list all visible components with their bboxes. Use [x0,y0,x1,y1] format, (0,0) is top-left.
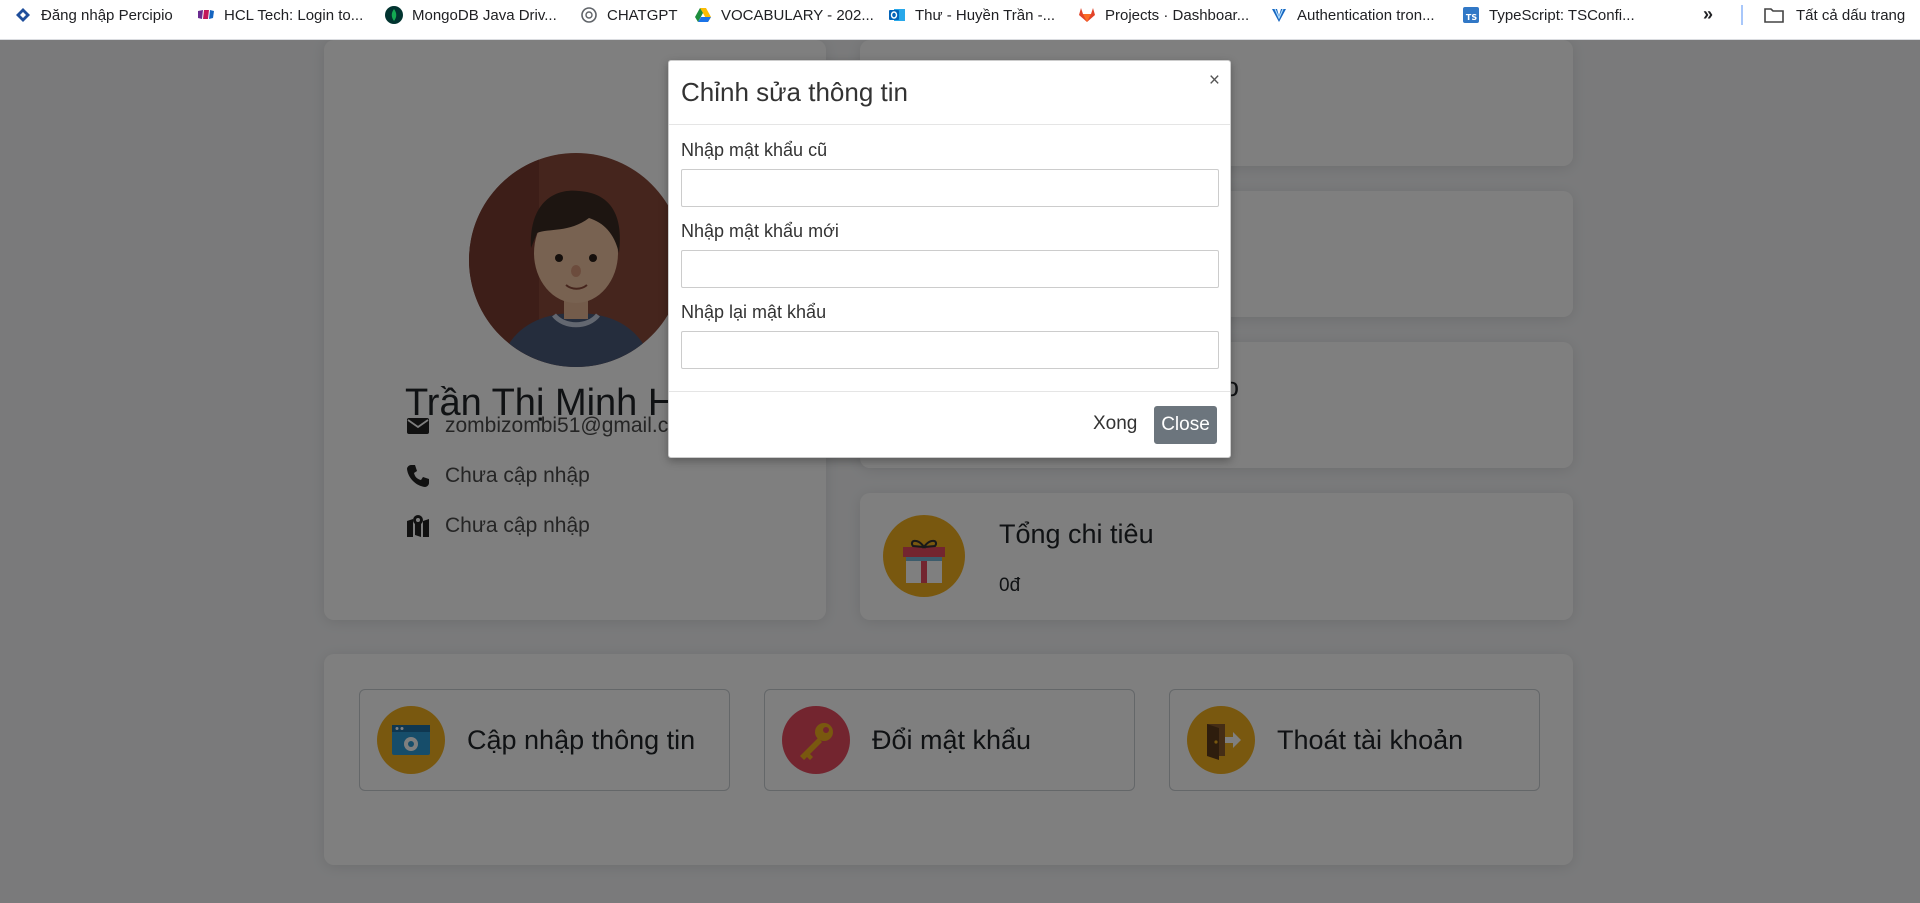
bookmarks-separator [1741,5,1743,25]
bookmark-mongodb[interactable]: MongoDB Java Driv... [385,0,557,30]
old-password-label: Nhập mật khẩu cũ [681,140,828,160]
old-password-input[interactable] [681,169,1219,207]
gitlab-icon [1079,8,1095,22]
mongodb-leaf-icon [385,6,403,24]
bookmark-chatgpt[interactable]: CHATGPT [580,0,678,30]
close-icon[interactable]: × [1209,71,1220,90]
folder-icon [1764,8,1784,23]
bookmark-label: Đăng nhập Percipio [41,6,173,24]
vuetify-icon [1272,8,1286,22]
bookmark-vocabulary[interactable]: VOCABULARY - 202... [694,0,874,30]
bookmark-hcl[interactable]: HCL Tech: Login to... [197,0,363,30]
close-button[interactable]: Close [1154,406,1217,444]
typescript-icon: TS [1463,7,1479,23]
bookmark-label: VOCABULARY - 202... [721,6,874,24]
confirm-password-input[interactable] [681,331,1219,369]
percipio-icon [16,8,30,22]
new-password-label: Nhập mật khẩu mới [681,221,839,241]
hcl-icon [198,10,214,19]
modal-header: Chỉnh sửa thông tin × [669,61,1230,125]
bookmark-percipio[interactable]: Đăng nhập Percipio [14,0,173,30]
edit-info-modal: Chỉnh sửa thông tin × Nhập mật khẩu cũ N… [668,60,1231,458]
outlook-icon [889,9,905,21]
bookmark-label: HCL Tech: Login to... [224,6,364,24]
bookmarks-overflow-button[interactable]: » [1703,4,1713,25]
bookmark-label: MongoDB Java Driv... [412,6,557,24]
bookmark-outlook[interactable]: Thư - Huyền Trần -... [888,0,1055,30]
modal-title: Chỉnh sửa thông tin [681,77,908,107]
google-drive-icon [695,8,711,22]
new-password-input[interactable] [681,250,1219,288]
done-button[interactable]: Xong [1093,413,1137,435]
bookmark-typescript[interactable]: TS TypeScript: TSConfi... [1462,0,1635,30]
bookmarks-bar: Đăng nhập Percipio HCL Tech: Login to...… [0,0,1920,40]
all-bookmarks-label: Tất cả dấu trang [1796,6,1906,24]
modal-footer: Xong Close [669,391,1230,459]
chatgpt-icon [581,7,597,23]
bookmark-label: Authentication tron... [1297,6,1435,24]
bookmark-label: TypeScript: TSConfi... [1489,6,1635,24]
confirm-password-label: Nhập lại mật khẩu [681,302,827,322]
bookmark-gitlab[interactable]: Projects · Dashboar... [1078,0,1249,30]
all-bookmarks-folder[interactable]: Tất cả dấu trang [1763,0,1905,30]
bookmark-label: CHATGPT [607,6,678,24]
bookmark-authentication[interactable]: Authentication tron... [1270,0,1435,30]
bookmark-label: Projects · Dashboar... [1105,6,1250,24]
bookmark-label: Thư - Huyền Trần -... [915,6,1056,24]
svg-text:TS: TS [1466,13,1477,22]
